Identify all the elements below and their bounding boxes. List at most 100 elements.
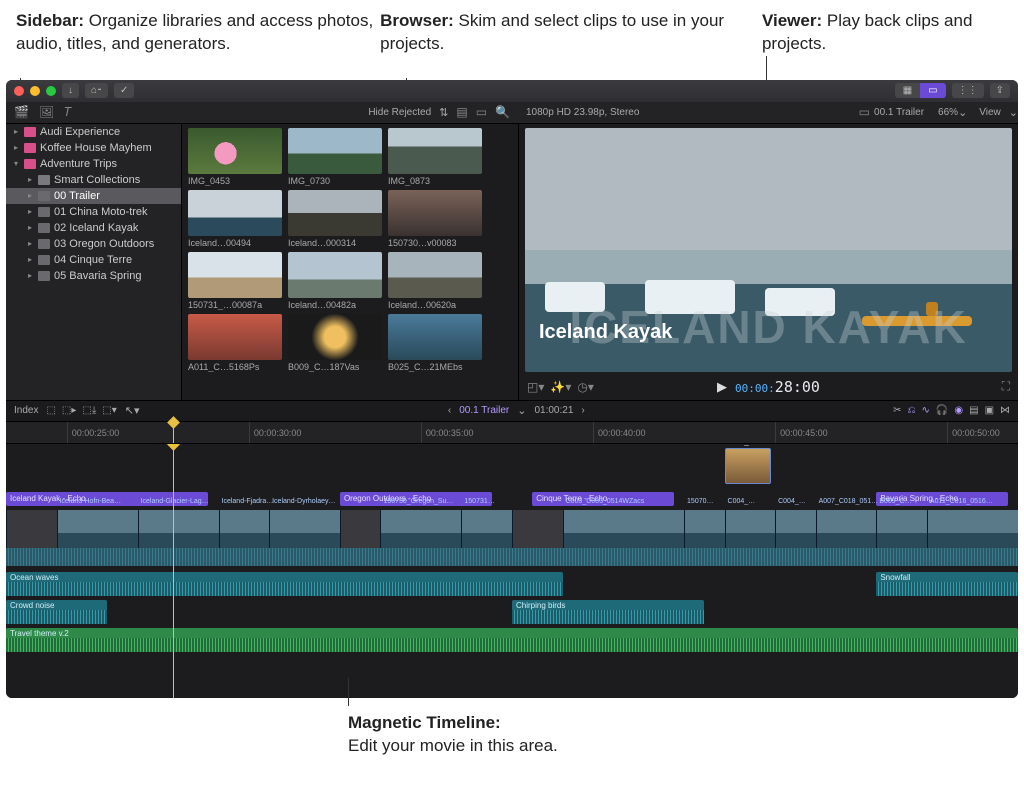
arrow-tool-icon[interactable]: ↖▾	[125, 404, 140, 417]
browser-clip[interactable]: A011_C…5168Ps	[188, 314, 282, 372]
import-button[interactable]: ↓	[62, 83, 79, 98]
timeline-prev-edit-icon[interactable]: ‹	[448, 405, 451, 416]
disclosure-triangle-icon[interactable]: ▸	[26, 271, 34, 280]
browser-clip[interactable]: 150731_…00087a	[188, 252, 282, 310]
connected-video-clip[interactable]: A005_C00…	[725, 448, 771, 484]
insert-clip-icon[interactable]: ⬚▸	[62, 405, 76, 416]
video-clip[interactable]: A011_C016_0516…	[927, 510, 1018, 548]
snapping-icon[interactable]: ⎌	[908, 405, 916, 416]
video-clip[interactable]: 150730_Oregon_Su…	[380, 510, 461, 548]
sidebar-item[interactable]: ▾Adventure Trips	[6, 156, 181, 172]
disclosure-triangle-icon[interactable]: ▾	[12, 159, 20, 168]
sidebar-item[interactable]: ▸02 Iceland Kayak	[6, 220, 181, 236]
disclosure-triangle-icon[interactable]: ▸	[26, 175, 34, 184]
audio-clip[interactable]: Chirping birds	[512, 600, 704, 624]
keyword-button[interactable]: ⌂⁃	[85, 83, 108, 98]
bg-tasks-button[interactable]: ✓	[114, 83, 134, 98]
primary-storyline[interactable]: Iceland-Hofn-Bea…Iceland-Glacier-Lag…Ice…	[6, 510, 1018, 566]
video-clip[interactable]: 15070…	[684, 510, 724, 548]
magnetic-timeline[interactable]: A005_C00…Iceland Kayak - EchoOregon Outd…	[6, 444, 1018, 698]
close-window-button[interactable]	[14, 86, 24, 96]
audio-clip[interactable]: Snowfall	[876, 572, 1018, 596]
hide-rejected-popup[interactable]: Hide Rejected	[368, 107, 431, 118]
browser-clip[interactable]: Iceland…00482a	[288, 252, 382, 310]
skimming-icon[interactable]: ∿	[922, 405, 930, 416]
sidebar-item[interactable]: ▸05 Bavaria Spring	[6, 268, 181, 284]
sidebar-item[interactable]: ▸Koffee House Mayhem	[6, 140, 181, 156]
connect-clip-icon[interactable]: ⬚	[46, 405, 55, 416]
transitions-browser-icon[interactable]: ⋈	[1000, 405, 1010, 416]
trim-tool-icon[interactable]: ✂	[893, 405, 901, 416]
zoom-window-button[interactable]	[46, 86, 56, 96]
disclosure-triangle-icon[interactable]: ▸	[12, 127, 20, 136]
photos-sidebar-icon[interactable]: 🖼	[39, 105, 54, 120]
disclosure-triangle-icon[interactable]: ▸	[26, 207, 34, 216]
browser-clip[interactable]: 150730…v00083	[388, 190, 482, 248]
zoom-popup[interactable]: 66%	[938, 107, 958, 118]
retime-tool-icon[interactable]: ◷▾	[577, 380, 594, 394]
disclosure-triangle-icon[interactable]: ▸	[26, 239, 34, 248]
libraries-sidebar[interactable]: ▸Audi Experience▸Koffee House Mayhem▾Adv…	[6, 124, 182, 400]
gap-clip[interactable]	[512, 510, 563, 548]
video-clip[interactable]: 150731…	[461, 510, 512, 548]
titles-sidebar-icon[interactable]: 𝑇	[64, 105, 72, 120]
overwrite-clip-icon[interactable]: ⬚▾	[102, 405, 116, 416]
browser-clip[interactable]: IMG_0873	[388, 128, 482, 186]
clip-appearance-icon[interactable]: ▤	[456, 105, 467, 119]
append-clip-icon[interactable]: ⬚⤓	[82, 405, 96, 416]
sidebar-item[interactable]: ▸04 Cinque Terre	[6, 252, 181, 268]
browser-clip[interactable]: IMG_0730	[288, 128, 382, 186]
timeline-ruler[interactable]: 00:00:25:0000:00:30:0000:00:35:0000:00:4…	[6, 422, 1018, 444]
gap-clip[interactable]	[340, 510, 380, 548]
video-clip[interactable]: Iceland-Hofn-Bea…	[57, 510, 138, 548]
crop-tool-icon[interactable]: ◰▾	[527, 380, 544, 394]
sidebar-item[interactable]: ▸Smart Collections	[6, 172, 181, 188]
play-button[interactable]: ▶	[717, 379, 727, 395]
browser-clip[interactable]: B025_C…21MEbs	[388, 314, 482, 372]
video-clip[interactable]: Iceland-Fjadra…	[219, 510, 270, 548]
disclosure-triangle-icon[interactable]: ▸	[26, 191, 34, 200]
video-clip[interactable]: C004_…	[775, 510, 815, 548]
disclosure-triangle-icon[interactable]: ▸	[26, 223, 34, 232]
effects-browser-icon[interactable]: ▣	[985, 405, 994, 416]
filmstrip-icon[interactable]: ▭	[476, 105, 487, 119]
video-clip[interactable]: B009_C…	[876, 510, 927, 548]
browser-clip[interactable]: B009_C…187Vas	[288, 314, 382, 372]
browser-clip[interactable]: Iceland…000314	[288, 190, 382, 248]
browser-clip[interactable]: Iceland…00620a	[388, 252, 482, 310]
audio-clip[interactable]: Crowd noise	[6, 600, 107, 624]
timeline-next-edit-icon[interactable]: ›	[581, 405, 584, 416]
enhance-tool-icon[interactable]: ✨▾	[550, 380, 571, 394]
timeline-index-button[interactable]: Index	[14, 405, 38, 416]
video-clip[interactable]: C004_…	[725, 510, 776, 548]
inspector-button[interactable]: ⋮⋮	[952, 83, 984, 98]
share-button[interactable]: ⇪	[990, 83, 1010, 98]
playhead[interactable]	[173, 444, 174, 698]
video-clip[interactable]: Iceland-Glacier-Lag…	[138, 510, 219, 548]
gap-clip[interactable]	[6, 510, 57, 548]
sidebar-item[interactable]: ▸00 Trailer	[6, 188, 181, 204]
disclosure-triangle-icon[interactable]: ▸	[12, 143, 20, 152]
minimize-window-button[interactable]	[30, 86, 40, 96]
audio-skim-icon[interactable]: 🎧	[936, 405, 948, 416]
clip-appearance-icon[interactable]: ▤	[969, 405, 978, 416]
seg-browser[interactable]: ▦	[895, 83, 920, 98]
audio-clip[interactable]: Ocean waves	[6, 572, 563, 596]
workspace-segmented-control[interactable]: ▦ ▭	[895, 83, 946, 98]
browser-clip[interactable]: Iceland…00494	[188, 190, 282, 248]
sidebar-item[interactable]: ▸01 China Moto-trek	[6, 204, 181, 220]
fullscreen-icon[interactable]: ⛶	[1002, 379, 1010, 394]
playhead[interactable]	[173, 422, 174, 443]
sidebar-item[interactable]: ▸03 Oregon Outdoors	[6, 236, 181, 252]
browser-clip[interactable]: IMG_0453	[188, 128, 282, 186]
timeline-project-name[interactable]: 00.1 Trailer	[459, 405, 509, 416]
viewer-canvas[interactable]: ICELAND KAYAK Iceland Kayak	[525, 128, 1012, 372]
video-clip[interactable]: Iceland-Dyrholaey…	[269, 510, 340, 548]
video-clip[interactable]: C003_C003_0514WZacs	[563, 510, 684, 548]
video-clip[interactable]: A007_C018_051…	[816, 510, 877, 548]
libraries-sidebar-icon[interactable]: 🎬	[14, 105, 29, 120]
search-icon[interactable]: 🔍	[495, 105, 510, 119]
solo-icon[interactable]: ◉	[954, 405, 963, 416]
clip-browser[interactable]: IMG_0453IMG_0730IMG_0873Iceland…00494Ice…	[182, 124, 518, 400]
sidebar-item[interactable]: ▸Audi Experience	[6, 124, 181, 140]
